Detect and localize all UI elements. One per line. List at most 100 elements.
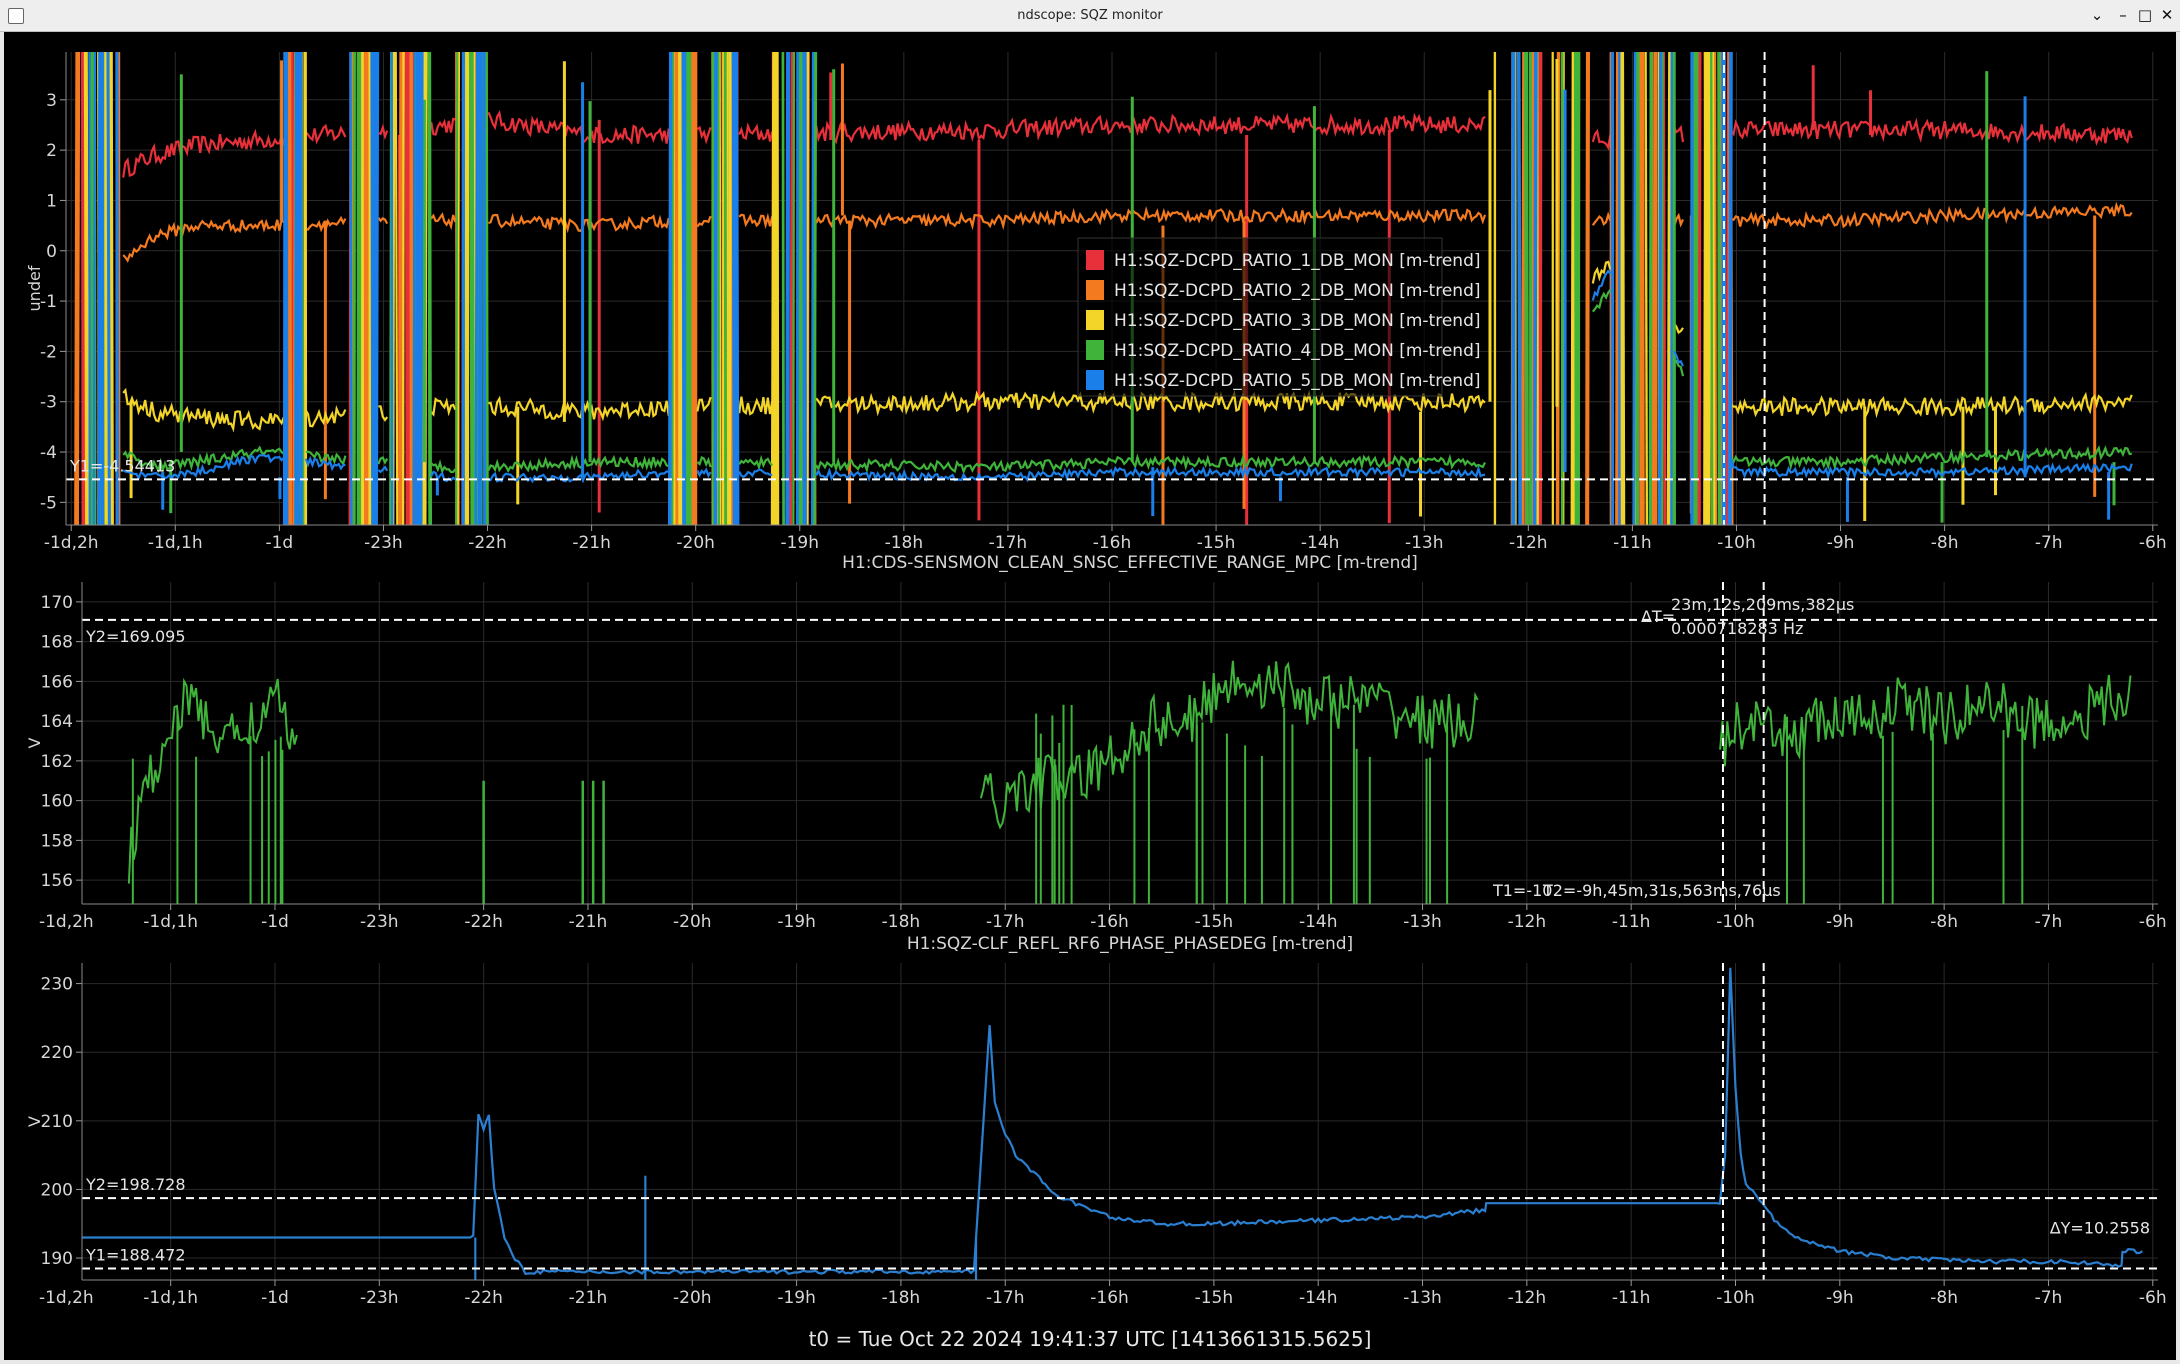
x-tick-label: -1d,2h (39, 1288, 94, 1308)
series-glitch (1639, 51, 1645, 526)
plot-area[interactable] (82, 963, 2158, 1280)
delta-t-frequency: 0.000718283 Hz (1671, 619, 1803, 638)
plot-sensmon-range[interactable]: Y2=169.095ΔT=23m,12s,209ms,382µs0.000718… (25, 553, 2167, 932)
y-tick-label: 0 (46, 242, 57, 262)
y-tick-label: 164 (41, 712, 73, 732)
plot-area[interactable] (82, 582, 2158, 904)
series-glitch (1521, 51, 1526, 526)
series-glitch (97, 51, 101, 526)
series-glitch (412, 51, 416, 526)
y-tick-label: 200 (41, 1180, 73, 1200)
series-glitch (799, 51, 805, 526)
x-tick-label: -1d,2h (39, 912, 94, 932)
t2-cursor-label: T2=-9h,45m,31s,563ms,76µs (1542, 881, 1781, 900)
y-tick-label: 2 (46, 141, 57, 161)
legend-swatch (1086, 370, 1104, 390)
x-tick-label: -6h (2139, 912, 2167, 932)
x-tick-label: -15h (1197, 533, 1236, 553)
x-tick-label: -20h (676, 533, 715, 553)
plot-title: H1:CDS-SENSMON_CLEAN_SNSC_EFFECTIVE_RANG… (842, 553, 1418, 573)
y-tick-label: 1 (46, 191, 57, 211)
x-tick-label: -8h (1930, 1288, 1958, 1308)
x-tick-label: -19h (777, 1288, 816, 1308)
x-tick-label: -22h (468, 533, 507, 553)
legend-entry: H1:SQZ-DCPD_RATIO_4_DB_MON [m-trend] (1114, 341, 1481, 361)
y-cursor-label: Y1=188.472 (85, 1246, 186, 1265)
series-glitch (394, 51, 399, 526)
series-glitch (287, 51, 293, 526)
x-tick-label: -15h (1195, 912, 1234, 932)
delta-y-label: ΔY=10.2558 (2050, 1218, 2150, 1237)
x-tick-label: -16h (1090, 1288, 1129, 1308)
series-glitch (405, 51, 412, 526)
y-tick-label: -2 (40, 342, 57, 362)
y-tick-label: -4 (40, 443, 57, 463)
y-cursor-label: Y1=-4.54413 (69, 456, 175, 475)
x-tick-label: -6h (2139, 533, 2167, 553)
y-tick-label: 158 (41, 831, 73, 851)
x-tick-label: -20h (673, 912, 712, 932)
y-tick-label: -5 (40, 493, 57, 513)
x-tick-label: -13h (1405, 533, 1444, 553)
series-glitch (1570, 51, 1577, 526)
x-tick-label: -17h (986, 1288, 1025, 1308)
series-glitch (103, 51, 109, 526)
series-glitch (468, 51, 476, 526)
x-tick-label: -10h (1716, 912, 1755, 932)
y-tick-label: 3 (46, 91, 57, 111)
series-glitch (80, 51, 86, 526)
plot-clf-refl-phase[interactable]: Y2=198.728 Y1=188.472 ΔY=10.2558 -1d,2h -1d… (25, 934, 2167, 1308)
series-glitch (774, 51, 780, 526)
series-glitch (455, 51, 459, 526)
x-tick-label: -12h (1508, 912, 1547, 932)
series-glitch (370, 51, 375, 526)
x-tick-label: -18h (885, 533, 924, 553)
x-tick-label: -1d (265, 533, 293, 553)
series-glitch (109, 51, 114, 526)
series-glitch (1661, 51, 1667, 526)
series-glitch (1727, 51, 1733, 526)
x-tick-label: -1d,1h (143, 912, 198, 932)
series-glitch (667, 51, 673, 526)
x-tick-label: -8h (1930, 912, 1958, 932)
y-tick-label: 156 (41, 871, 73, 891)
x-tick-label: -9h (1826, 1288, 1854, 1308)
x-tick-label: -10h (1716, 1288, 1755, 1308)
series-glitch (1632, 51, 1637, 526)
x-tick-label: -10h (1717, 533, 1756, 553)
x-tick-label: -18h (882, 912, 921, 932)
y-tick-label: 160 (41, 792, 73, 812)
y-tick-label: 210 (41, 1112, 73, 1132)
x-tick-label: -14h (1301, 533, 1340, 553)
delta-t-value: 23m,12s,209ms,382µs (1671, 595, 1854, 614)
series-glitch (474, 51, 479, 526)
x-tick-label: -14h (1299, 1288, 1338, 1308)
legend[interactable]: H1:SQZ-DCPD_RATIO_1_DB_MON [m-trend] H1:S… (1077, 237, 1481, 397)
series-glitch (1523, 51, 1529, 526)
t0-footer: t0 = Tue Oct 22 2024 19:41:37 UTC [14136… (809, 1327, 1372, 1351)
x-tick-label: -23h (364, 533, 403, 553)
y-tick-label: 166 (41, 672, 73, 692)
series-glitch (684, 51, 690, 526)
series-glitch (349, 51, 353, 526)
series-glitch (711, 51, 716, 526)
x-tick-label: -1d,1h (148, 533, 203, 553)
x-tick-label: -13h (1403, 912, 1442, 932)
x-tick-label: -1d (261, 912, 289, 932)
series-glitch (781, 51, 785, 526)
series-glitch (482, 51, 487, 526)
x-tick-label: -18h (882, 1288, 921, 1308)
x-tick-label: -9h (1826, 912, 1854, 932)
series-glitch (1516, 51, 1522, 526)
series-glitch (810, 51, 815, 526)
plot-dcpd-ratio[interactable]: Y1=-4.54413 -1d,2h -1d,1h -1d -23h -22h -21h -… (25, 51, 2167, 553)
x-tick-label: -16h (1090, 912, 1129, 932)
x-tick-label: -11h (1612, 912, 1651, 932)
series-glitch (115, 51, 120, 526)
x-tick-label: -11h (1612, 1288, 1651, 1308)
series-glitch (390, 51, 394, 526)
series-glitch (770, 51, 777, 526)
series-glitch (1619, 51, 1626, 526)
x-tick-label: -16h (1093, 533, 1132, 553)
x-tick-label: -1d (261, 1288, 289, 1308)
